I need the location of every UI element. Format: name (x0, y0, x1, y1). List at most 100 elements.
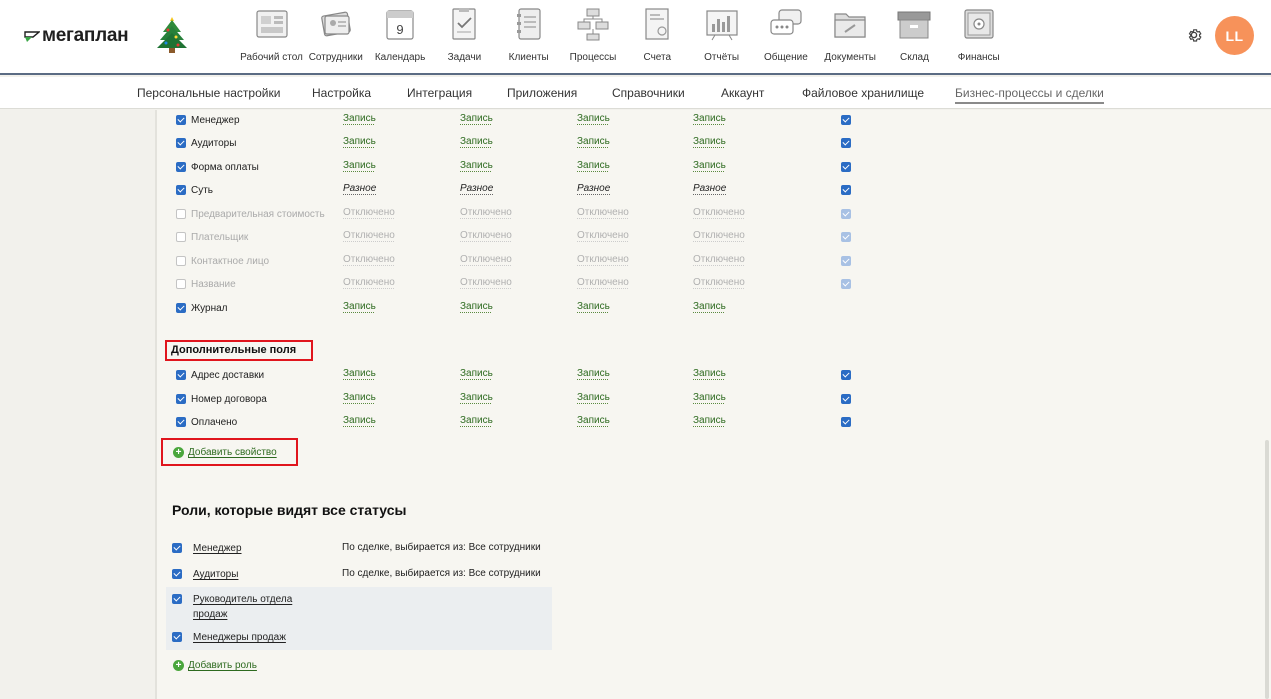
role-name[interactable]: Руководитель отдела продаж (193, 592, 323, 622)
field-required-checkbox[interactable] (841, 370, 851, 380)
permission-link[interactable]: Отключено (577, 230, 629, 241)
permission-link[interactable]: Отключено (460, 254, 512, 265)
role-item[interactable]: Менеджеры продаж (172, 630, 286, 645)
field-checkbox[interactable] (176, 303, 186, 313)
user-avatar[interactable]: LL (1215, 16, 1254, 55)
permission-link[interactable]: Запись (693, 392, 726, 403)
permission-link[interactable]: Разное (693, 183, 726, 194)
permission-link[interactable]: Разное (460, 183, 493, 194)
permission-link[interactable]: Запись (577, 113, 610, 124)
nav-clients[interactable]: Клиенты (497, 6, 560, 68)
submenu-account[interactable]: Аккаунт (721, 86, 764, 100)
submenu-file-storage[interactable]: Файловое хранилище (802, 86, 924, 100)
permission-link[interactable]: Запись (577, 136, 610, 147)
role-item[interactable]: Аудиторы (172, 567, 238, 582)
permission-link[interactable]: Отключено (693, 207, 745, 218)
field-required-checkbox[interactable] (841, 417, 851, 427)
permission-link[interactable]: Отключено (693, 277, 745, 288)
permission-link[interactable]: Запись (460, 160, 493, 171)
permission-link[interactable]: Отключено (343, 207, 395, 218)
submenu-personal[interactable]: Персональные настройки (137, 86, 280, 100)
submenu-integration[interactable]: Интеграция (407, 86, 472, 100)
permission-link[interactable]: Запись (693, 415, 726, 426)
permission-link[interactable]: Запись (343, 415, 376, 426)
submenu-settings[interactable]: Настройка (312, 86, 371, 100)
field-checkbox[interactable] (176, 185, 186, 195)
field-checkbox[interactable] (176, 394, 186, 404)
nav-reports[interactable]: Отчёты (690, 6, 753, 68)
gear-icon[interactable] (1185, 26, 1203, 44)
permission-link[interactable]: Запись (343, 301, 376, 312)
permission-link[interactable]: Отключено (460, 207, 512, 218)
field-checkbox[interactable] (176, 417, 186, 427)
field-required-checkbox[interactable] (841, 232, 851, 242)
permission-link[interactable]: Запись (343, 113, 376, 124)
nav-finance[interactable]: Финансы (947, 6, 1010, 68)
field-required-checkbox[interactable] (841, 209, 851, 219)
role-name[interactable]: Менеджер (193, 541, 242, 556)
field-required-checkbox[interactable] (841, 162, 851, 172)
permission-link[interactable]: Отключено (343, 254, 395, 265)
nav-chat[interactable]: Общение (754, 6, 817, 68)
field-checkbox[interactable] (176, 138, 186, 148)
role-name[interactable]: Аудиторы (193, 567, 238, 582)
permission-link[interactable]: Отключено (693, 230, 745, 241)
field-required-checkbox[interactable] (841, 115, 851, 125)
permission-link[interactable]: Запись (460, 415, 493, 426)
field-checkbox[interactable] (176, 162, 186, 172)
permission-link[interactable]: Отключено (460, 277, 512, 288)
field-checkbox[interactable] (176, 232, 186, 242)
field-required-checkbox[interactable] (841, 185, 851, 195)
role-checkbox[interactable] (172, 569, 182, 579)
submenu-directories[interactable]: Справочники (612, 86, 685, 100)
permission-link[interactable]: Запись (460, 136, 493, 147)
permission-link[interactable]: Запись (577, 160, 610, 171)
field-checkbox[interactable] (176, 370, 186, 380)
megaplan-logo[interactable]: мегаплан (24, 24, 129, 48)
permission-link[interactable]: Запись (693, 368, 726, 379)
permission-link[interactable]: Запись (460, 368, 493, 379)
permission-link[interactable]: Запись (343, 368, 376, 379)
permission-link[interactable]: Запись (343, 136, 376, 147)
field-checkbox[interactable] (176, 279, 186, 289)
permission-link[interactable]: Запись (693, 113, 726, 124)
nav-tasks[interactable]: Задачи (433, 6, 496, 68)
permission-link[interactable]: Запись (460, 392, 493, 403)
permission-link[interactable]: Запись (577, 301, 610, 312)
scrollbar[interactable] (1265, 440, 1269, 699)
add-property-link[interactable]: + Добавить свойство (173, 447, 277, 458)
permission-link[interactable]: Запись (693, 301, 726, 312)
permission-link[interactable]: Отключено (693, 254, 745, 265)
permission-link[interactable]: Отключено (343, 277, 395, 288)
field-required-checkbox[interactable] (841, 138, 851, 148)
permission-link[interactable]: Отключено (460, 230, 512, 241)
role-item[interactable]: Руководитель отдела продаж (172, 592, 323, 622)
field-checkbox[interactable] (176, 256, 186, 266)
nav-documents[interactable]: Документы (819, 6, 882, 68)
permission-link[interactable]: Запись (460, 113, 493, 124)
permission-link[interactable]: Запись (693, 160, 726, 171)
field-checkbox[interactable] (176, 115, 186, 125)
permission-link[interactable]: Разное (577, 183, 610, 194)
permission-link[interactable]: Запись (693, 136, 726, 147)
submenu-apps[interactable]: Приложения (507, 86, 577, 100)
nav-processes[interactable]: Процессы (561, 6, 624, 68)
permission-link[interactable]: Запись (460, 301, 493, 312)
permission-link[interactable]: Запись (577, 368, 610, 379)
nav-employees[interactable]: Сотрудники (304, 6, 367, 68)
permission-link[interactable]: Разное (343, 183, 376, 194)
permission-link[interactable]: Запись (343, 392, 376, 403)
role-checkbox[interactable] (172, 632, 182, 642)
nav-calendar[interactable]: 9 Календарь (369, 6, 432, 68)
submenu-business-processes[interactable]: Бизнес-процессы и сделки (955, 86, 1104, 104)
nav-invoices[interactable]: Счета (626, 6, 689, 68)
role-item[interactable]: Менеджер (172, 541, 242, 556)
role-name[interactable]: Менеджеры продаж (193, 630, 286, 645)
permission-link[interactable]: Запись (577, 392, 610, 403)
field-checkbox[interactable] (176, 209, 186, 219)
add-role-link[interactable]: + Добавить роль (173, 660, 257, 671)
nav-desktop[interactable]: Рабочий стол (240, 6, 303, 68)
permission-link[interactable]: Отключено (577, 254, 629, 265)
field-required-checkbox[interactable] (841, 256, 851, 266)
permission-link[interactable]: Запись (577, 415, 610, 426)
